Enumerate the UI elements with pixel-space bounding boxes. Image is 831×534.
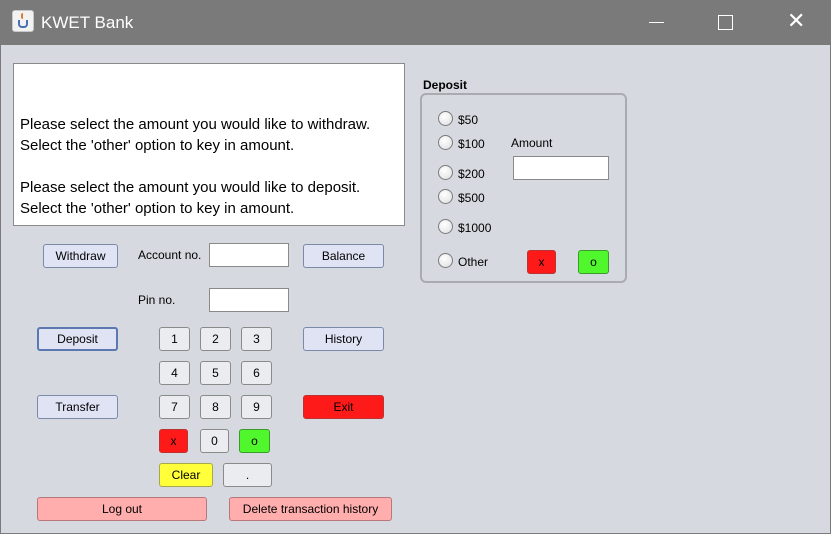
keypad-1[interactable]: 1 <box>159 327 190 351</box>
radio-200[interactable] <box>438 165 453 180</box>
amount-field[interactable] <box>513 156 609 180</box>
deposit-button[interactable]: Deposit <box>37 327 118 351</box>
delete-transaction-history-button[interactable]: Delete transaction history <box>229 497 392 521</box>
keypad-2[interactable]: 2 <box>200 327 231 351</box>
radio-label-500: $500 <box>458 191 485 205</box>
message-line: Please select the amount you would like … <box>20 116 371 133</box>
radio-label-other: Other <box>458 255 489 269</box>
maximize-button[interactable] <box>702 0 748 45</box>
keypad-9[interactable]: 9 <box>241 395 272 419</box>
deposit-ok-button[interactable]: o <box>578 250 609 274</box>
radio-100[interactable] <box>438 135 453 150</box>
clear-button[interactable]: Clear <box>159 463 213 487</box>
keypad-cancel-button[interactable]: x <box>159 429 188 453</box>
close-button[interactable]: ✕ <box>772 0 818 45</box>
message-display: Please select the amount you would like … <box>13 63 405 226</box>
deposit-cancel-button[interactable]: x <box>527 250 556 274</box>
radio-label-1000: $1000 <box>458 221 492 235</box>
minimize-icon <box>649 22 664 23</box>
message-line: Select the 'other' option to key in amou… <box>20 200 295 217</box>
keypad-7[interactable]: 7 <box>159 395 190 419</box>
pin-number-label: Pin no. <box>138 293 176 307</box>
radio-label-200: $200 <box>458 167 485 181</box>
log-out-button[interactable]: Log out <box>37 497 207 521</box>
close-icon: ✕ <box>787 9 806 34</box>
keypad-ok-button[interactable]: o <box>239 429 270 453</box>
deposit-panel-title: Deposit <box>423 78 468 92</box>
withdraw-button[interactable]: Withdraw <box>43 244 118 268</box>
title-bar: KWET Bank ✕ <box>0 0 831 45</box>
minimize-button[interactable] <box>633 0 679 45</box>
java-cup-icon <box>12 10 34 32</box>
keypad-3[interactable]: 3 <box>241 327 272 351</box>
keypad-4[interactable]: 4 <box>159 361 190 385</box>
keypad-8[interactable]: 8 <box>200 395 231 419</box>
history-button[interactable]: History <box>303 327 384 351</box>
exit-button[interactable]: Exit <box>303 395 384 419</box>
keypad-6[interactable]: 6 <box>241 361 272 385</box>
maximize-icon <box>718 15 733 30</box>
radio-other[interactable] <box>438 253 453 268</box>
account-number-field[interactable] <box>209 243 289 267</box>
message-line: Select the 'other' option to key in amou… <box>20 137 295 154</box>
pin-number-field[interactable] <box>209 288 289 312</box>
amount-label: Amount <box>511 136 553 150</box>
balance-button[interactable]: Balance <box>303 244 384 268</box>
radio-1000[interactable] <box>438 219 453 234</box>
transfer-button[interactable]: Transfer <box>37 395 118 419</box>
decimal-point-button[interactable]: . <box>223 463 272 487</box>
keypad-0[interactable]: 0 <box>200 429 229 453</box>
keypad-5[interactable]: 5 <box>200 361 231 385</box>
window-title: KWET Bank <box>41 13 134 32</box>
message-line: Please select the amount you would like … <box>20 179 361 196</box>
account-number-label: Account no. <box>138 248 202 262</box>
radio-500[interactable] <box>438 189 453 204</box>
radio-label-100: $100 <box>458 137 485 151</box>
radio-label-50: $50 <box>458 113 479 127</box>
radio-50[interactable] <box>438 111 453 126</box>
